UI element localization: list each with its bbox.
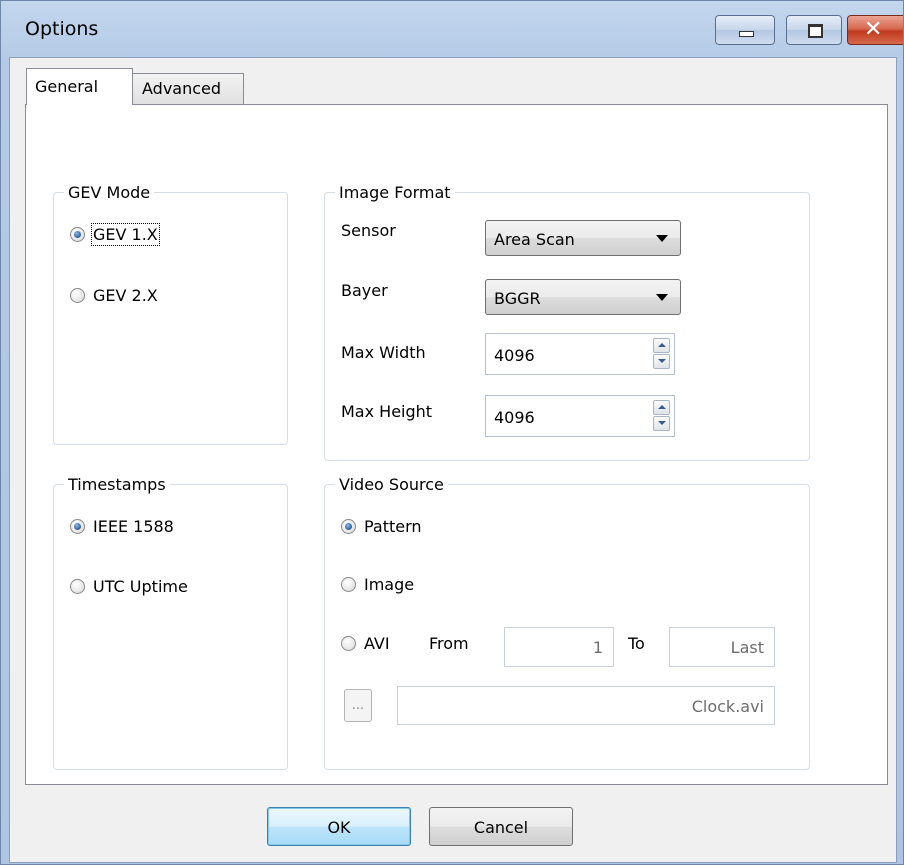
title-bar[interactable]: Options ✕ — [1, 1, 903, 61]
close-icon: ✕ — [864, 17, 883, 42]
ok-label: OK — [327, 818, 351, 837]
spin-up-icon[interactable] — [653, 338, 670, 353]
ieee-1588-label: IEEE 1588 — [93, 517, 174, 536]
tab-advanced-label: Advanced — [142, 79, 222, 98]
gev-2x-label: GEV 2.X — [93, 286, 158, 305]
video-source-legend: Video Source — [339, 475, 444, 494]
bayer-select[interactable]: BGGR — [485, 279, 681, 315]
radio-unchecked-icon — [70, 579, 85, 594]
max-height-input[interactable]: 4096 — [485, 395, 675, 437]
timestamps-legend: Timestamps — [68, 475, 166, 494]
image-label: Image — [364, 575, 415, 594]
maximize-button[interactable] — [786, 15, 842, 45]
bayer-label: Bayer — [341, 281, 388, 300]
radio-checked-icon — [70, 519, 85, 534]
gev-mode-legend: GEV Mode — [68, 183, 151, 202]
browse-button[interactable]: ... — [344, 689, 372, 722]
browse-label: ... — [351, 698, 365, 713]
to-label: To — [628, 634, 645, 653]
radio-unchecked-icon — [341, 577, 356, 592]
image-radio[interactable]: Image — [341, 575, 414, 594]
window-title: Options — [25, 18, 99, 40]
image-format-legend: Image Format — [339, 183, 451, 202]
avi-file-value: Clock.avi — [691, 697, 764, 716]
spin-up-icon[interactable] — [653, 400, 670, 415]
ieee-1588-radio[interactable]: IEEE 1588 — [70, 517, 174, 536]
bayer-value: BGGR — [494, 289, 541, 308]
to-input[interactable]: Last — [669, 627, 775, 667]
radio-unchecked-icon — [341, 636, 356, 651]
sensor-label: Sensor — [341, 221, 396, 240]
ok-button[interactable]: OK — [267, 807, 411, 846]
options-window: Options ✕ General Advanced GEV Mode GEV … — [0, 0, 904, 865]
cancel-button[interactable]: Cancel — [429, 807, 573, 846]
avi-label: AVI — [364, 634, 390, 653]
minimize-icon — [739, 31, 754, 37]
sensor-select[interactable]: Area Scan — [485, 220, 681, 256]
tab-advanced[interactable]: Advanced — [132, 73, 244, 105]
utc-uptime-label: UTC Uptime — [93, 577, 188, 596]
dialog-client-area: General Advanced GEV Mode GEV 1.X GEV 2.… — [9, 57, 897, 863]
cancel-label: Cancel — [473, 818, 529, 837]
from-value: 1 — [592, 638, 603, 657]
tab-general-label: General — [35, 77, 99, 96]
to-value: Last — [730, 638, 764, 657]
max-width-input[interactable]: 4096 — [485, 333, 675, 375]
max-width-value: 4096 — [494, 346, 535, 365]
max-width-label: Max Width — [341, 343, 426, 362]
pattern-radio[interactable]: Pattern — [341, 517, 422, 536]
radio-checked-icon — [70, 227, 85, 242]
chevron-down-icon — [656, 294, 668, 301]
avi-radio[interactable]: AVI — [341, 634, 390, 653]
radio-unchecked-icon — [70, 288, 85, 303]
gev-1x-label: GEV 1.X — [91, 223, 160, 246]
spin-down-icon[interactable] — [653, 416, 670, 431]
from-input[interactable]: 1 — [504, 627, 614, 667]
max-height-label: Max Height — [341, 402, 433, 421]
tab-general[interactable]: General — [26, 68, 133, 105]
sensor-value: Area Scan — [494, 230, 575, 249]
max-height-value: 4096 — [494, 408, 535, 427]
spin-down-icon[interactable] — [653, 354, 670, 369]
minimize-button[interactable] — [715, 15, 775, 45]
radio-checked-icon — [341, 519, 356, 534]
utc-uptime-radio[interactable]: UTC Uptime — [70, 577, 188, 596]
gev-2x-radio[interactable]: GEV 2.X — [70, 286, 158, 305]
chevron-down-icon — [656, 235, 668, 242]
pattern-label: Pattern — [364, 517, 422, 536]
avi-file-input[interactable]: Clock.avi — [397, 686, 775, 725]
gev-1x-radio[interactable]: GEV 1.X — [70, 223, 160, 246]
maximize-icon — [808, 24, 823, 38]
general-tab-page: GEV Mode GEV 1.X GEV 2.X Image Format Se… — [25, 104, 888, 785]
from-label: From — [429, 634, 469, 653]
close-button[interactable]: ✕ — [847, 15, 903, 45]
gev-mode-group: GEV Mode — [53, 183, 288, 445]
